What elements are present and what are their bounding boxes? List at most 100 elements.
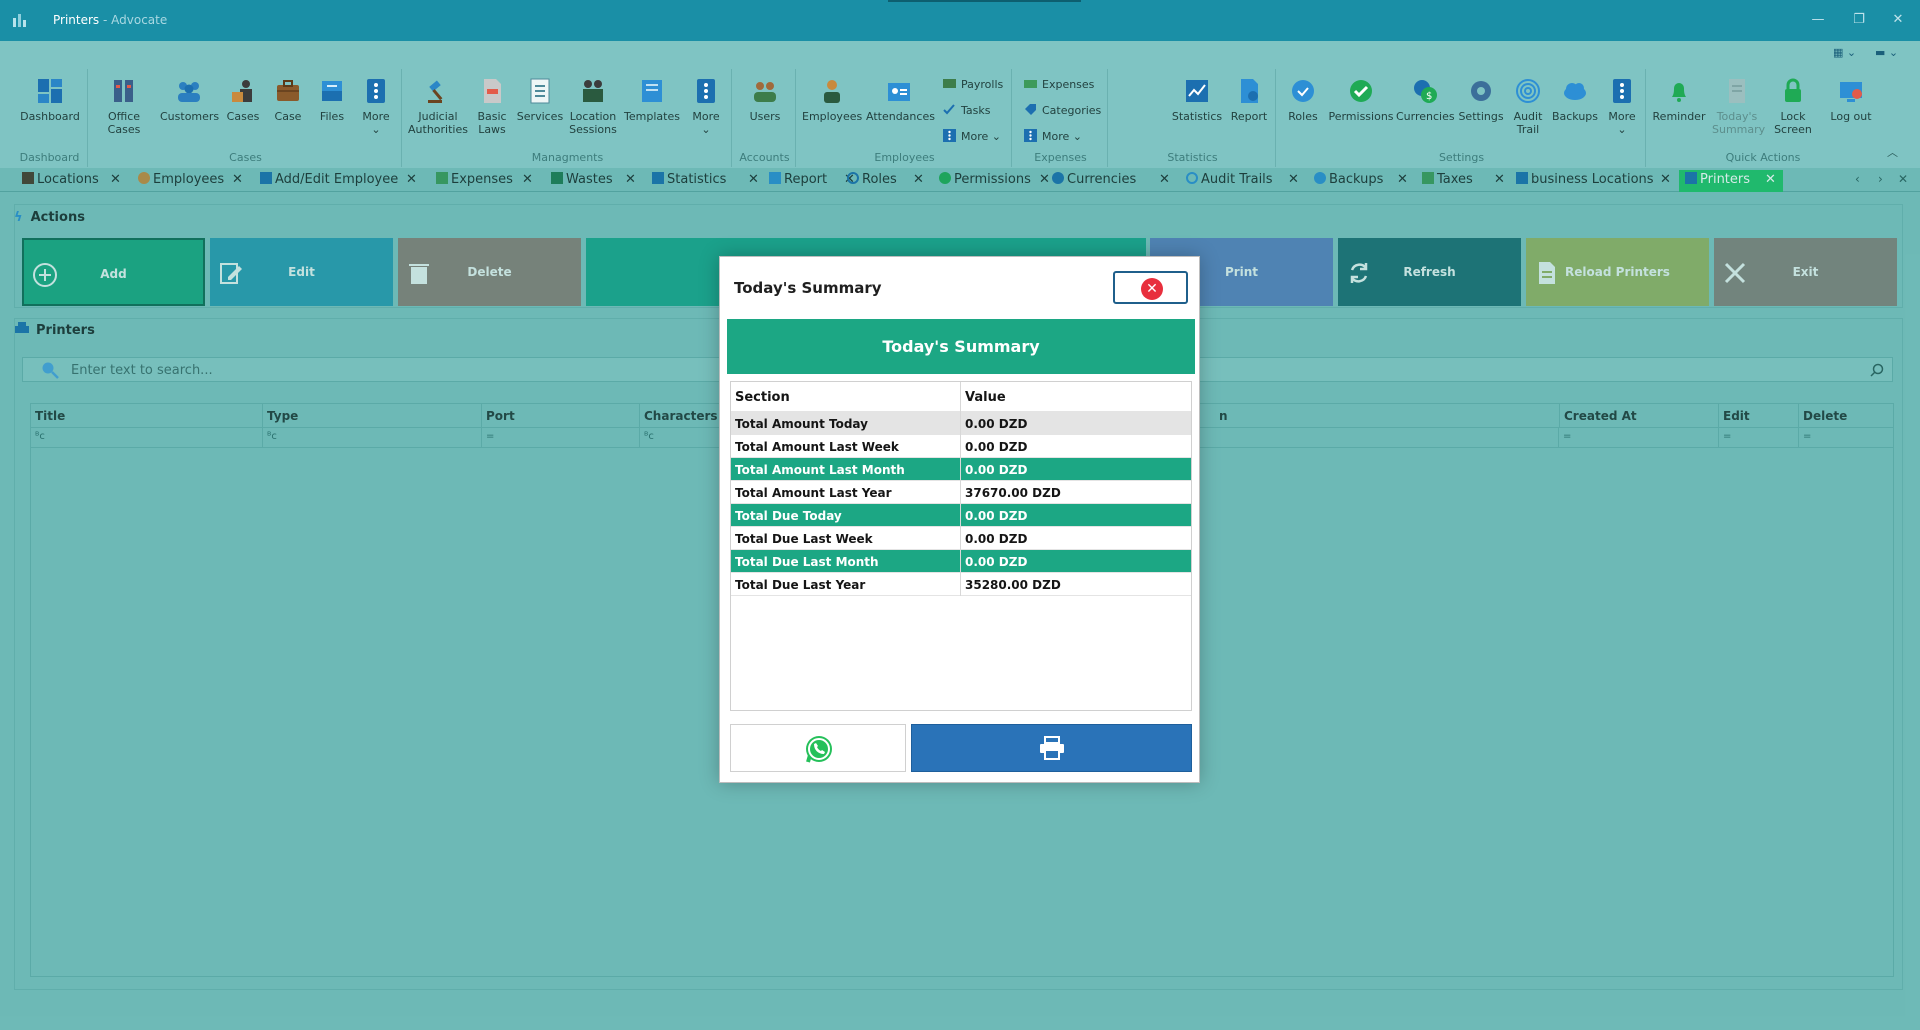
whatsapp-share-button[interactable]: [730, 724, 906, 772]
services-button[interactable]: Services: [516, 77, 564, 123]
row-section: Total Due Last Week: [735, 532, 873, 546]
customers-icon: [178, 82, 200, 102]
location-label-1: Location: [569, 110, 617, 123]
todays-label-2: Summary: [1712, 123, 1766, 136]
tasks-button[interactable]: Tasks: [943, 103, 990, 117]
attendances-button[interactable]: Attendances: [866, 77, 935, 123]
column-divider: [960, 435, 961, 458]
more-cases-label: More: [362, 110, 390, 123]
more-employees-button[interactable]: More ⌄: [943, 129, 1001, 143]
column-divider: [960, 527, 961, 550]
files-button[interactable]: Files: [312, 77, 352, 123]
lock-screen-button[interactable]: Lock Screen: [1762, 77, 1824, 136]
shield-check-icon: [1292, 80, 1314, 102]
column-divider: [960, 481, 961, 504]
column-divider: [960, 573, 961, 596]
checklist-icon: [530, 78, 550, 104]
more-settings-button[interactable]: More ⌄: [1602, 77, 1642, 136]
summary-row[interactable]: Total Due Last Month 0.00 DZD: [731, 550, 1191, 573]
chevron-down-icon: ⌄: [1617, 123, 1627, 136]
categories-button[interactable]: Categories: [1024, 103, 1101, 117]
summary-row[interactable]: Total Due Last Year 35280.00 DZD: [731, 573, 1191, 596]
close-window-button[interactable]: ✕: [1890, 12, 1906, 28]
more-settings-label: More: [1608, 110, 1636, 123]
location-sessions-button[interactable]: Location Sessions: [568, 77, 618, 136]
judicial-authorities-button[interactable]: Judicial Authorities: [408, 77, 468, 136]
customers-button[interactable]: Customers: [160, 77, 219, 123]
more-expenses-button[interactable]: More ⌄: [1024, 129, 1082, 143]
more-vertical-icon: [1024, 129, 1037, 142]
row-value: 35280.00 DZD: [965, 578, 1061, 592]
summary-row[interactable]: Total Amount Last Year 37670.00 DZD: [731, 481, 1191, 504]
group-label-expenses: Expenses: [1034, 151, 1087, 164]
templates-button[interactable]: Templates: [622, 77, 682, 123]
ribbon-group-quick-actions: Reminder Today's Summary Lock Screen Log …: [1648, 69, 1878, 167]
backups-button[interactable]: Backups: [1550, 77, 1600, 123]
row-value: 0.00 DZD: [965, 509, 1028, 523]
more-vertical-icon: [367, 79, 385, 103]
ribbon-group-cases: Office Cases Customers Cases Case Files …: [90, 69, 402, 167]
money-icon: [1024, 80, 1037, 88]
group-label-settings: Settings: [1438, 151, 1485, 164]
check-circle-icon: [1350, 80, 1372, 102]
reminder-button[interactable]: Reminder: [1648, 77, 1710, 123]
more-vertical-icon: [697, 79, 715, 103]
log-out-label: Log out: [1830, 110, 1872, 123]
basic-laws-button[interactable]: Basic Laws: [472, 77, 512, 136]
todays-label-1: Today's: [1716, 110, 1758, 123]
case-button[interactable]: Case: [268, 77, 308, 123]
bell-icon: [1672, 83, 1686, 102]
summary-row[interactable]: Total Amount Last Month 0.00 DZD: [731, 458, 1191, 481]
more-cases-button[interactable]: More ⌄: [356, 77, 396, 136]
permissions-button[interactable]: Permissions: [1328, 77, 1394, 123]
templates-icon: [642, 80, 662, 102]
report-button[interactable]: Report: [1226, 77, 1272, 123]
todays-summary-button[interactable]: Today's Summary: [1712, 77, 1766, 136]
ribbon-group-statistics: Statistics Report Statistics: [1110, 69, 1276, 167]
theme-switch[interactable]: ▬ ⌄: [1875, 46, 1898, 59]
payrolls-button[interactable]: Payrolls: [943, 77, 1003, 91]
summary-row[interactable]: Total Amount Last Week 0.00 DZD: [731, 435, 1191, 458]
summary-row[interactable]: Total Due Last Week 0.00 DZD: [731, 527, 1191, 550]
case-label: Case: [274, 110, 302, 123]
employees-button[interactable]: Employees: [802, 77, 862, 123]
statistics-button[interactable]: Statistics: [1170, 77, 1224, 123]
ribbon: ▦ ⌄ ▬ ⌄ Dashboard Dashboard Office Cases…: [0, 41, 1920, 168]
cases-button[interactable]: Cases: [222, 77, 264, 123]
restore-button[interactable]: ❐: [1851, 12, 1867, 28]
roles-label: Roles: [1288, 110, 1318, 123]
log-out-button[interactable]: Log out: [1826, 77, 1876, 123]
group-label-employees: Employees: [874, 151, 935, 164]
row-section: Total Amount Last Year: [735, 486, 892, 500]
dialog-close-button[interactable]: ✕: [1113, 271, 1188, 304]
more-managments-button[interactable]: More ⌄: [686, 77, 726, 136]
collapse-ribbon-button[interactable]: ︿: [1887, 144, 1898, 160]
row-section: Total Due Last Year: [735, 578, 866, 592]
window-title-app: - Advocate: [99, 13, 168, 27]
currencies-button[interactable]: $ Currencies: [1396, 77, 1455, 123]
ribbon-group-expenses: Expenses Categories More ⌄ Expenses: [1014, 69, 1108, 167]
dashboard-label: Dashboard: [20, 110, 80, 123]
location-label-2: Sessions: [569, 123, 617, 136]
currencies-label: Currencies: [1396, 110, 1455, 123]
office-cases-button[interactable]: Office Cases: [94, 77, 154, 136]
layout-switch[interactable]: ▦ ⌄: [1833, 46, 1856, 59]
expenses-button[interactable]: Expenses: [1024, 77, 1094, 91]
group-label-statistics: Statistics: [1167, 151, 1218, 164]
users-button[interactable]: Users: [738, 77, 792, 123]
employees-label: Employees: [802, 110, 863, 123]
tasks-label: Tasks: [961, 104, 991, 117]
settings-button[interactable]: Settings: [1456, 77, 1506, 123]
summary-row[interactable]: Total Amount Today 0.00 DZD: [731, 412, 1191, 435]
roles-button[interactable]: Roles: [1280, 77, 1326, 123]
lock-screen-label: Lock Screen: [1774, 110, 1812, 136]
office-cases-label: Office Cases: [107, 110, 141, 136]
print-summary-button[interactable]: [911, 724, 1192, 772]
audit-trail-button[interactable]: Audit Trail: [1508, 77, 1548, 136]
minimize-button[interactable]: —: [1810, 12, 1826, 28]
categories-label: Categories: [1042, 104, 1102, 117]
summary-row[interactable]: Total Due Today 0.00 DZD: [731, 504, 1191, 527]
row-value: 0.00 DZD: [965, 440, 1028, 454]
dashboard-button[interactable]: Dashboard: [14, 77, 86, 123]
ribbon-group-employees: Employees Attendances Payrolls Tasks Mor…: [798, 69, 1012, 167]
